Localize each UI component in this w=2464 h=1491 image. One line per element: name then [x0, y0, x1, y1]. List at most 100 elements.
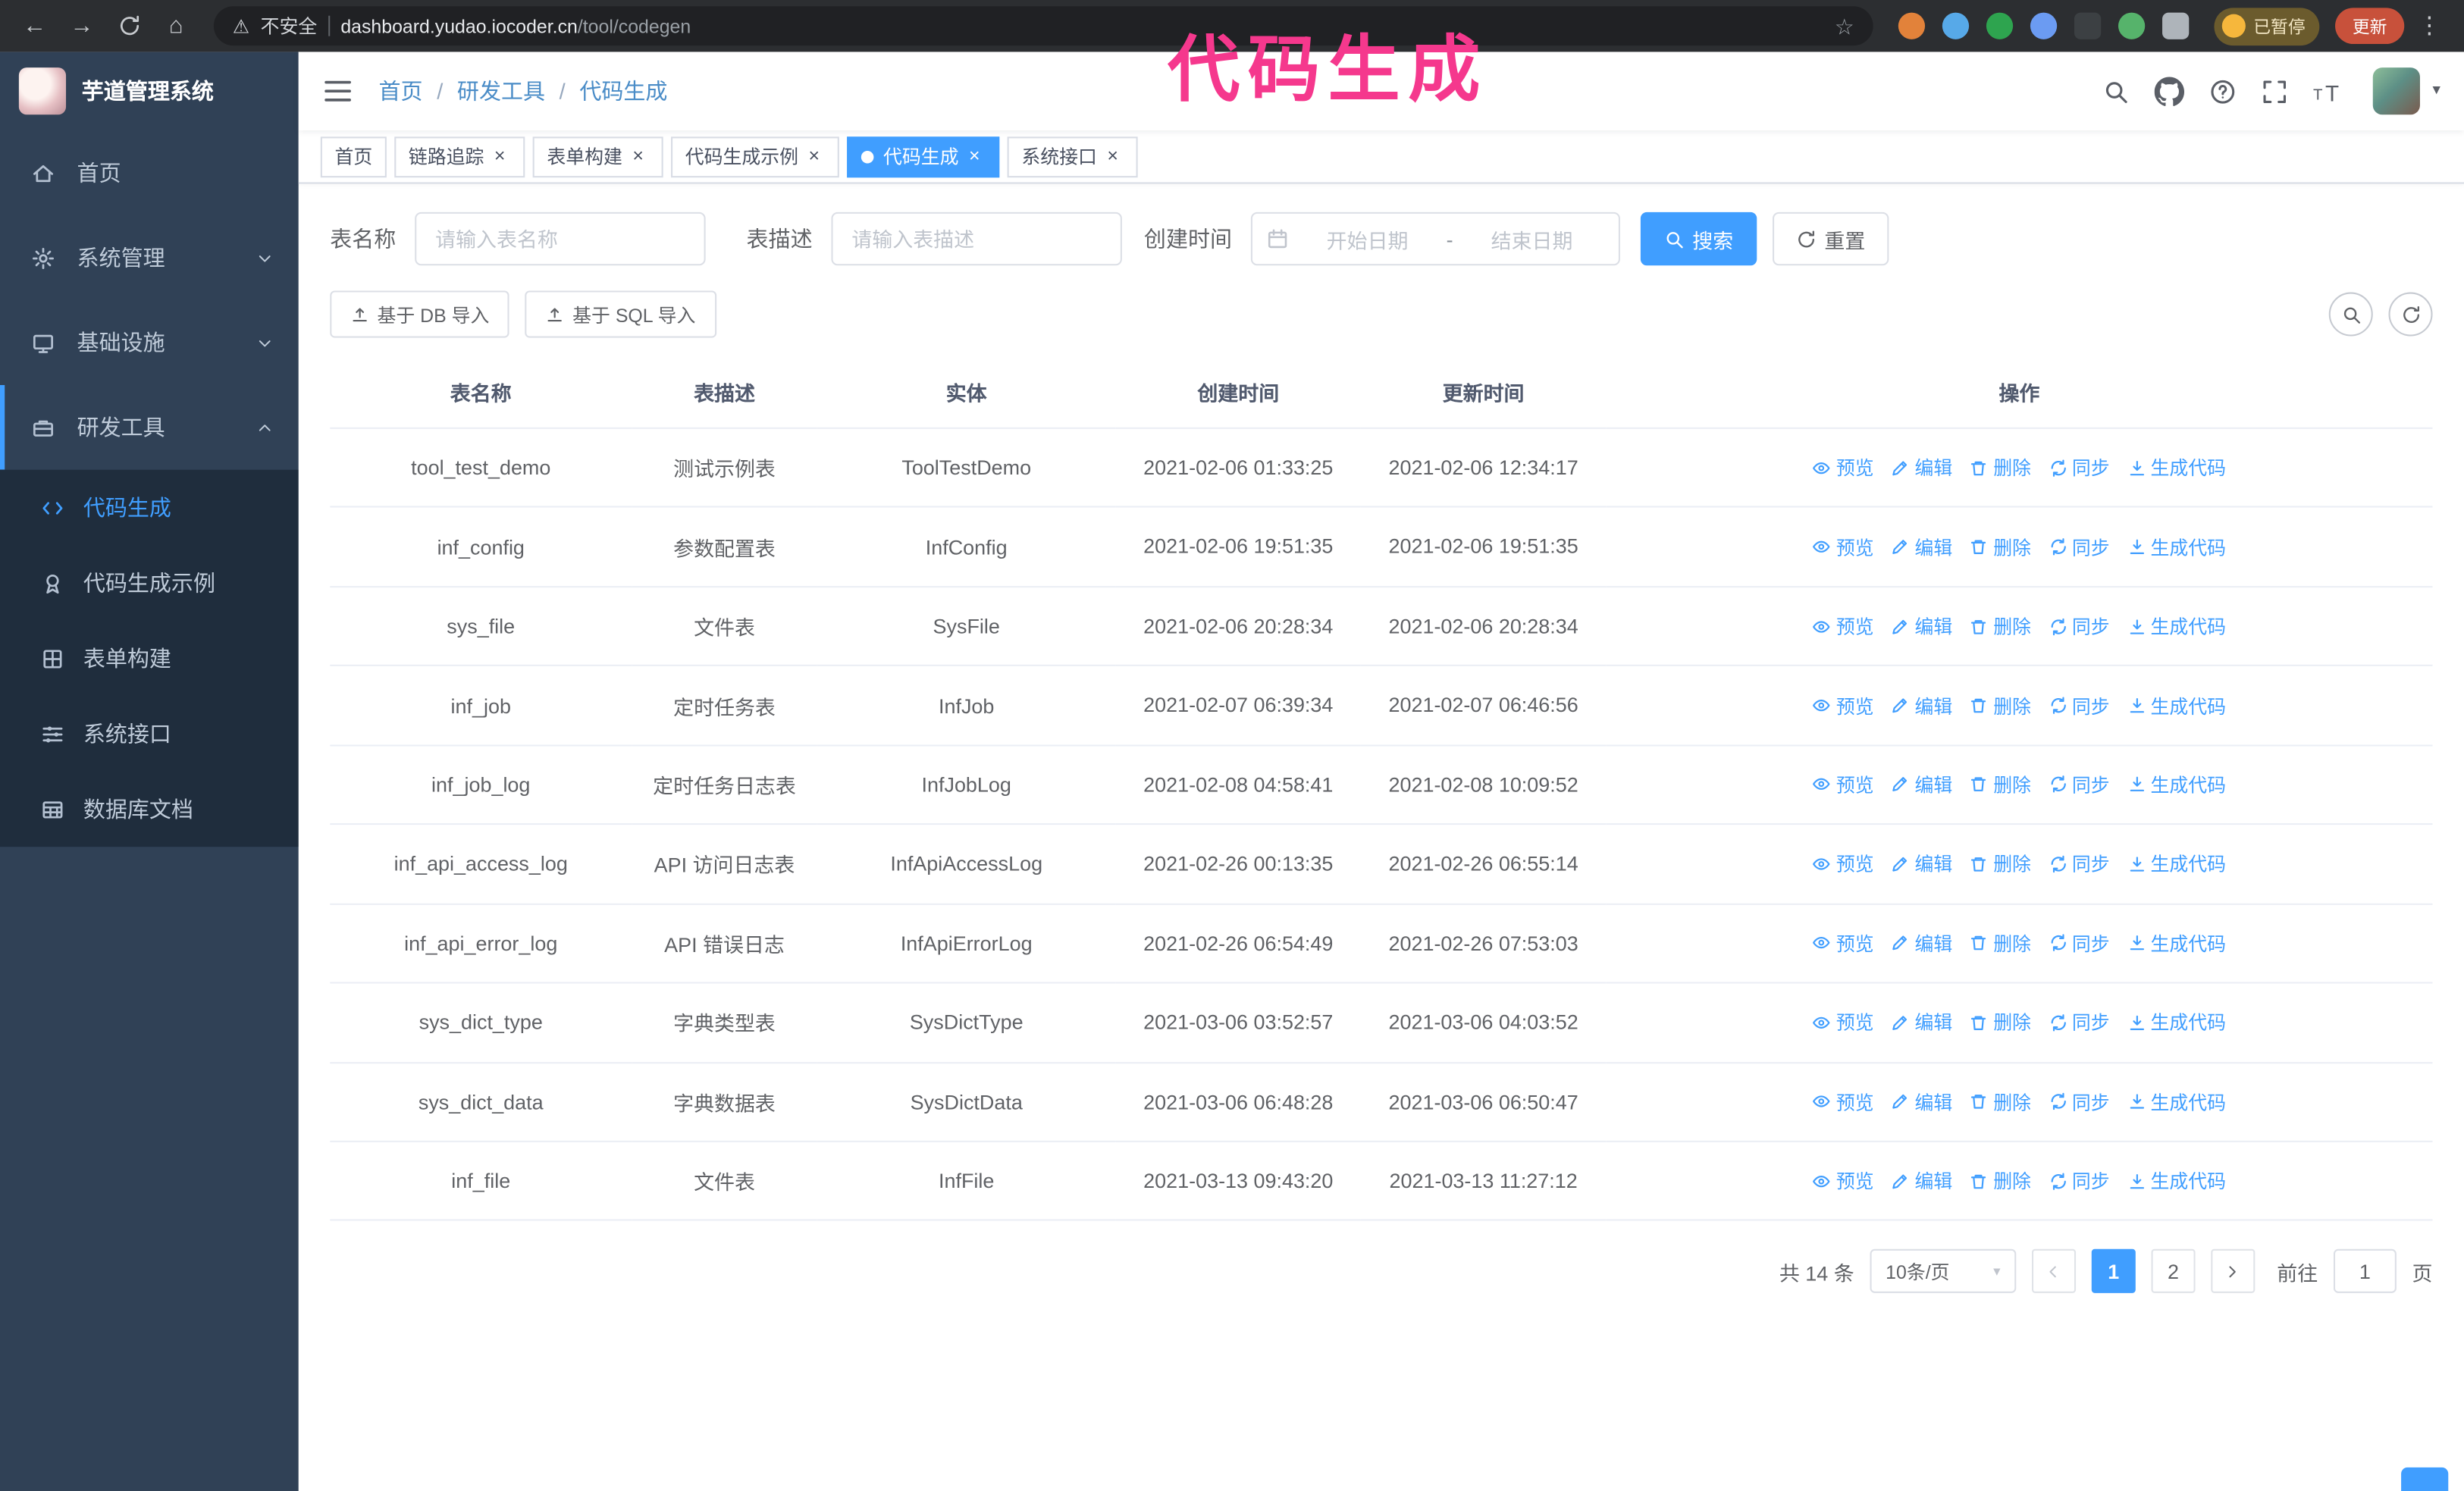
tab-close-icon[interactable]: ×: [489, 145, 511, 168]
security-label[interactable]: 不安全: [261, 13, 318, 39]
generate-code-link[interactable]: 生成代码: [2127, 1088, 2226, 1115]
browser-menu-icon[interactable]: ⋮: [2407, 4, 2451, 48]
edit-link[interactable]: 编辑: [1891, 534, 1952, 560]
sidebar-subitem-db-doc[interactable]: 数据库文档: [0, 772, 299, 847]
end-date-placeholder[interactable]: 结束日期: [1459, 224, 1604, 253]
tab[interactable]: 首页: [320, 136, 387, 177]
bookmark-star-icon[interactable]: ☆: [1835, 15, 1854, 37]
browser-forward-button[interactable]: →: [60, 4, 104, 48]
preview-link[interactable]: 预览: [1813, 1167, 1874, 1194]
table-name-input[interactable]: [415, 211, 706, 266]
sidebar-item-infra[interactable]: 基础设施: [0, 300, 299, 385]
tab[interactable]: 代码生成示例 ×: [671, 136, 839, 177]
sync-link[interactable]: 同步: [2049, 850, 2110, 877]
delete-link[interactable]: 删除: [1970, 772, 2031, 798]
extension-icon[interactable]: [2030, 12, 2058, 39]
hamburger-icon[interactable]: [322, 75, 353, 106]
delete-link[interactable]: 删除: [1970, 534, 2031, 560]
page-number-button[interactable]: 1: [2091, 1249, 2136, 1294]
start-date-placeholder[interactable]: 开始日期: [1295, 224, 1440, 253]
sidebar-subitem-form-builder[interactable]: 表单构建: [0, 621, 299, 696]
search-button[interactable]: 搜索: [1640, 211, 1757, 266]
generate-code-link[interactable]: 生成代码: [2127, 850, 2226, 877]
delete-link[interactable]: 删除: [1970, 692, 2031, 719]
page-size-select[interactable]: 10条/页 ▾: [1870, 1249, 2017, 1294]
preview-link[interactable]: 预览: [1813, 534, 1874, 560]
browser-back-button[interactable]: ←: [13, 4, 57, 48]
generate-code-link[interactable]: 生成代码: [2127, 1167, 2226, 1194]
import-sql-button[interactable]: 基于 SQL 导入: [525, 290, 716, 338]
extension-icon[interactable]: [1986, 12, 2014, 39]
github-icon[interactable]: [2154, 76, 2184, 106]
sidebar-subitem-codegen-example[interactable]: 代码生成示例: [0, 545, 299, 620]
help-icon[interactable]: [2209, 78, 2236, 105]
sync-link[interactable]: 同步: [2049, 1009, 2110, 1035]
column-header[interactable]: 实体: [817, 356, 1116, 429]
generate-code-link[interactable]: 生成代码: [2127, 454, 2226, 481]
sync-link[interactable]: 同步: [2049, 692, 2110, 719]
preview-link[interactable]: 预览: [1813, 772, 1874, 798]
sidebar-item-system[interactable]: 系统管理: [0, 215, 299, 300]
sync-link[interactable]: 同步: [2049, 772, 2110, 798]
tab-close-icon[interactable]: ×: [803, 145, 825, 168]
table-desc-input[interactable]: [831, 211, 1122, 266]
tab[interactable]: 表单构建 ×: [532, 136, 663, 177]
preview-link[interactable]: 预览: [1813, 930, 1874, 957]
generate-code-link[interactable]: 生成代码: [2127, 772, 2226, 798]
next-page-button[interactable]: [2211, 1249, 2256, 1294]
sidebar-item-home[interactable]: 首页: [0, 130, 299, 215]
delete-link[interactable]: 删除: [1970, 1167, 2031, 1194]
browser-reload-button[interactable]: [107, 4, 151, 48]
tab-close-icon[interactable]: ×: [1102, 145, 1124, 168]
generate-code-link[interactable]: 生成代码: [2127, 930, 2226, 957]
tab-close-icon[interactable]: ×: [627, 145, 649, 168]
float-button[interactable]: [2401, 1467, 2449, 1491]
profile-paused-chip[interactable]: 已暂停: [2214, 7, 2320, 45]
font-size-icon[interactable]: TT: [2313, 79, 2348, 103]
search-icon[interactable]: [2102, 78, 2129, 105]
delete-link[interactable]: 删除: [1970, 454, 2031, 481]
reset-button[interactable]: 重置: [1773, 211, 1889, 266]
fullscreen-icon[interactable]: [2262, 78, 2288, 105]
edit-link[interactable]: 编辑: [1891, 1088, 1952, 1115]
edit-link[interactable]: 编辑: [1891, 692, 1952, 719]
refresh-table-button[interactable]: [2388, 292, 2433, 337]
delete-link[interactable]: 删除: [1970, 1009, 2031, 1035]
column-header[interactable]: 更新时间: [1360, 356, 1607, 429]
goto-page-input[interactable]: [2333, 1249, 2397, 1294]
prev-page-button[interactable]: [2031, 1249, 2076, 1294]
breadcrumb-item[interactable]: 首页 /: [379, 75, 444, 106]
generate-code-link[interactable]: 生成代码: [2127, 613, 2226, 640]
edit-link[interactable]: 编辑: [1891, 1167, 1952, 1194]
sidebar-item-devtools[interactable]: 研发工具: [0, 385, 299, 470]
sync-link[interactable]: 同步: [2049, 930, 2110, 957]
browser-update-button[interactable]: 更新: [2335, 8, 2405, 45]
sync-link[interactable]: 同步: [2049, 613, 2110, 640]
breadcrumb-item[interactable]: 代码生成: [579, 75, 667, 106]
delete-link[interactable]: 删除: [1970, 930, 2031, 957]
preview-link[interactable]: 预览: [1813, 1088, 1874, 1115]
generate-code-link[interactable]: 生成代码: [2127, 692, 2226, 719]
page-number-button[interactable]: 2: [2151, 1249, 2196, 1294]
sync-link[interactable]: 同步: [2049, 1088, 2110, 1115]
sync-link[interactable]: 同步: [2049, 454, 2110, 481]
search-toggle-button[interactable]: [2328, 292, 2373, 337]
breadcrumb-item[interactable]: 研发工具 /: [457, 75, 566, 106]
generate-code-link[interactable]: 生成代码: [2127, 1009, 2226, 1035]
preview-link[interactable]: 预览: [1813, 454, 1874, 481]
import-db-button[interactable]: 基于 DB 导入: [330, 290, 510, 338]
preview-link[interactable]: 预览: [1813, 850, 1874, 877]
preview-link[interactable]: 预览: [1813, 692, 1874, 719]
tab[interactable]: 链路追踪 ×: [394, 136, 525, 177]
extension-icon[interactable]: [1942, 12, 1970, 39]
edit-link[interactable]: 编辑: [1891, 850, 1952, 877]
column-header[interactable]: 操作: [1606, 356, 2433, 429]
tab[interactable]: 系统接口 ×: [1007, 136, 1138, 177]
sidebar-subitem-codegen[interactable]: 代码生成: [0, 470, 299, 545]
sync-link[interactable]: 同步: [2049, 534, 2110, 560]
edit-link[interactable]: 编辑: [1891, 772, 1952, 798]
address-bar[interactable]: ⚠ 不安全 dashboard.yudao.iocoder.cn/tool/co…: [213, 6, 1873, 46]
delete-link[interactable]: 删除: [1970, 613, 2031, 640]
tab-close-icon[interactable]: ×: [964, 145, 986, 168]
delete-link[interactable]: 删除: [1970, 1088, 2031, 1115]
